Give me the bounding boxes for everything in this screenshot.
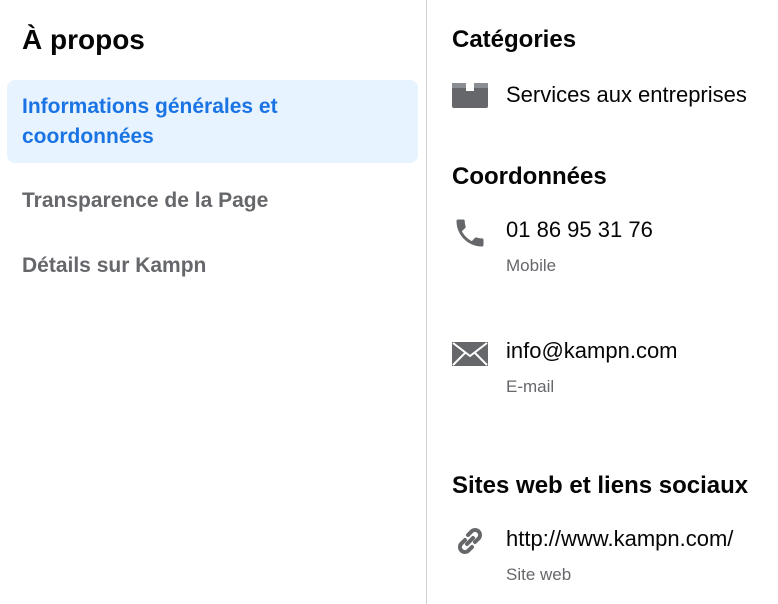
briefcase-icon bbox=[452, 83, 488, 108]
website-link[interactable]: http://www.kampn.com/ bbox=[506, 524, 733, 554]
link-icon bbox=[458, 528, 482, 554]
phone-number[interactable]: 01 86 95 31 76 bbox=[506, 215, 653, 245]
email-label: E-mail bbox=[506, 377, 555, 396]
category-value: Services aux entreprises bbox=[506, 82, 747, 107]
contact-title: Coordonnées bbox=[452, 163, 607, 190]
sidebar-item-page-transparency[interactable]: Transparence de la Page bbox=[7, 186, 418, 218]
about-sidebar: À propos Informations générales et coord… bbox=[0, 0, 427, 604]
websites-title: Sites web et liens sociaux bbox=[452, 472, 749, 499]
categories-title: Catégories bbox=[452, 26, 577, 53]
website-label: Site web bbox=[506, 565, 572, 584]
phone-label: Mobile bbox=[506, 256, 557, 275]
phone-icon bbox=[456, 219, 484, 247]
email-address[interactable]: info@kampn.com bbox=[506, 336, 678, 366]
sidebar-title: À propos bbox=[22, 24, 145, 55]
sidebar-item-general-info[interactable]: Informations générales et coordonnées bbox=[7, 80, 418, 163]
envelope-icon bbox=[452, 342, 488, 366]
sidebar-item-details[interactable]: Détails sur Kampn bbox=[7, 251, 418, 283]
